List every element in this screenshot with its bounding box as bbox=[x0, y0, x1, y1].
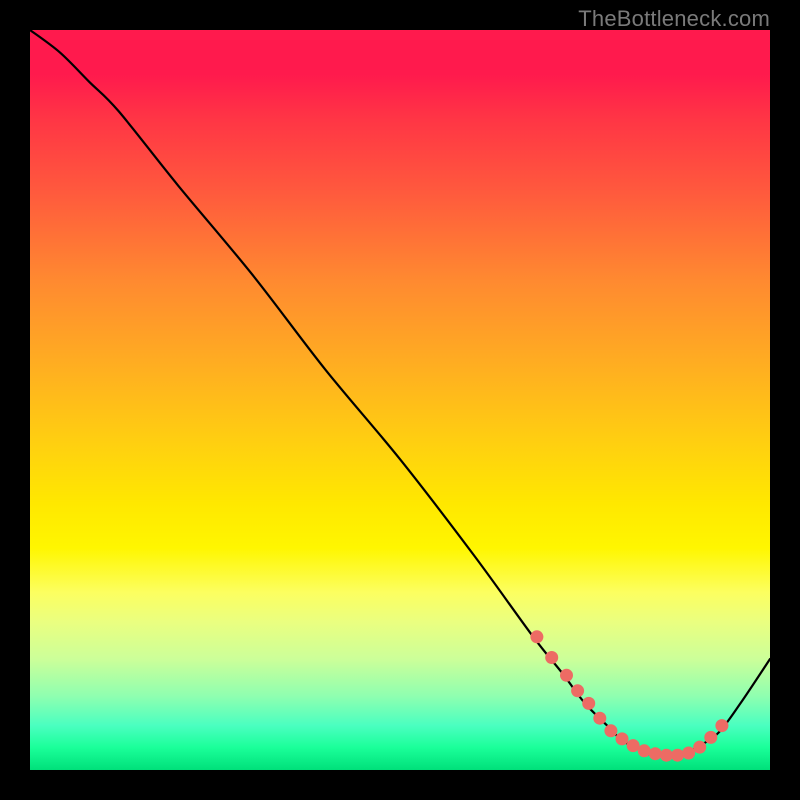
chart-svg bbox=[0, 0, 800, 800]
data-point bbox=[693, 741, 706, 754]
data-point bbox=[627, 739, 640, 752]
data-point bbox=[715, 719, 728, 732]
data-point bbox=[616, 732, 629, 745]
chart-frame: TheBottleneck.com bbox=[0, 0, 800, 800]
data-point bbox=[582, 697, 595, 710]
data-point bbox=[545, 651, 558, 664]
data-point bbox=[649, 747, 662, 760]
data-point bbox=[530, 630, 543, 643]
bottleneck-curve bbox=[30, 30, 770, 756]
data-point-markers bbox=[530, 630, 728, 761]
source-credit: TheBottleneck.com bbox=[578, 6, 770, 32]
data-point bbox=[638, 744, 651, 757]
data-point bbox=[560, 669, 573, 682]
data-point bbox=[604, 724, 617, 737]
data-point bbox=[660, 749, 673, 762]
data-point bbox=[671, 749, 684, 762]
data-point bbox=[682, 747, 695, 760]
data-point bbox=[593, 712, 606, 725]
curve-path bbox=[30, 30, 770, 756]
data-point bbox=[704, 731, 717, 744]
data-point bbox=[571, 684, 584, 697]
